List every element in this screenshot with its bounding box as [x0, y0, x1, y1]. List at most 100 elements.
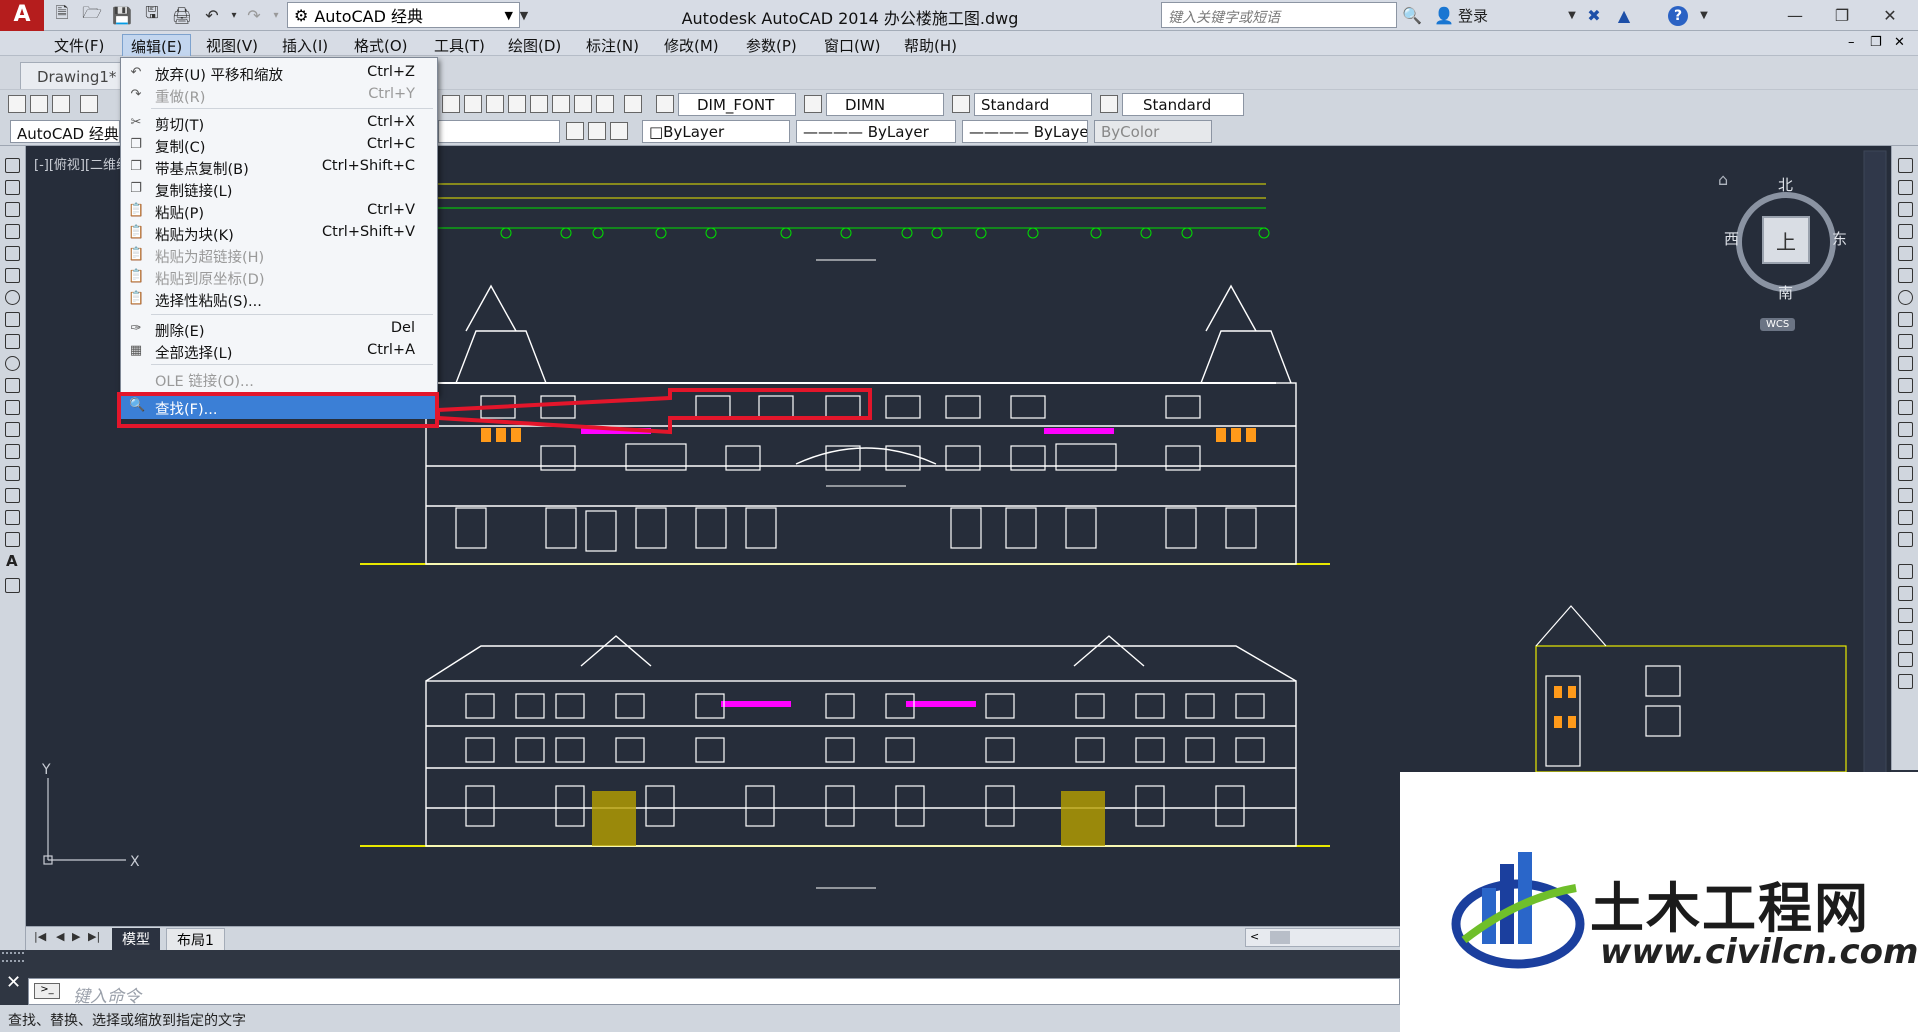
open-icon[interactable]: 🗁	[80, 3, 104, 26]
binoculars-icon[interactable]: 🔍	[1400, 4, 1424, 26]
menu-dimension[interactable]: 标注(N)	[578, 34, 647, 57]
save-icon[interactable]	[52, 95, 70, 113]
compass-west[interactable]: 西	[1724, 228, 1739, 249]
sheet-set-icon[interactable]	[552, 95, 570, 113]
menu-draw[interactable]: 绘图(D)	[500, 34, 569, 57]
new-icon[interactable]	[8, 95, 26, 113]
markup-icon[interactable]	[574, 95, 592, 113]
menu-item-copy[interactable]: ❐ 复制(C) Ctrl+C	[121, 134, 437, 156]
circle-icon[interactable]	[5, 290, 20, 305]
color-select[interactable]: □ByLayer	[642, 120, 790, 143]
tool-palette-icon[interactable]	[530, 95, 548, 113]
trim-icon[interactable]	[1898, 356, 1913, 371]
close-icon[interactable]: ✕	[1870, 4, 1910, 26]
menu-item-copy-link[interactable]: ❐ 复制链接(L)	[121, 178, 437, 200]
text-style-select[interactable]: DIM_FONT	[678, 93, 796, 116]
compass-north[interactable]: 北	[1778, 174, 1793, 195]
line-icon[interactable]	[5, 158, 20, 173]
draworder-front-icon[interactable]	[1898, 564, 1913, 579]
menu-item-ole-links[interactable]: OLE 链接(O)...	[121, 368, 437, 390]
dim-style-select[interactable]: DIMN	[826, 93, 944, 116]
menu-item-paste-special[interactable]: 📋 选择性粘贴(S)...	[121, 288, 437, 310]
menu-item-paste-block[interactable]: 📋 粘贴为块(K) Ctrl+Shift+V	[121, 222, 437, 244]
a360-icon[interactable]: ▲	[1612, 4, 1636, 26]
layer-match-icon[interactable]	[588, 122, 606, 140]
help-icon[interactable]: ?	[1668, 6, 1688, 26]
menu-item-paste-orig[interactable]: 📋 粘贴到原坐标(D)	[121, 266, 437, 288]
menu-help[interactable]: 帮助(H)	[896, 34, 965, 57]
blend-icon[interactable]	[1898, 510, 1913, 525]
horizontal-scrollbar[interactable]: <	[1245, 928, 1400, 947]
workspace-switcher[interactable]: ⚙ AutoCAD 经典 ▼	[287, 2, 520, 28]
home-icon[interactable]: ⌂	[1718, 170, 1728, 189]
layer-previous-icon[interactable]	[610, 122, 628, 140]
undo-icon[interactable]: ↶	[200, 4, 224, 26]
revcloud-icon[interactable]	[5, 312, 20, 327]
open-icon[interactable]	[30, 95, 48, 113]
mtext-icon[interactable]: A	[6, 552, 18, 570]
polygon-icon[interactable]	[5, 224, 20, 239]
text-style-icon[interactable]	[656, 95, 674, 113]
linetype-select[interactable]: ———— ByLayer	[796, 120, 956, 143]
draworder-back-icon[interactable]	[1898, 586, 1913, 601]
zoom-icon[interactable]	[464, 95, 482, 113]
mirror-icon[interactable]	[1898, 202, 1913, 217]
menu-modify[interactable]: 修改(M)	[656, 34, 727, 57]
first-layout-icon[interactable]: |◀	[34, 930, 46, 943]
properties-icon[interactable]	[486, 95, 504, 113]
scale-icon[interactable]	[1898, 312, 1913, 327]
tab-model[interactable]: 模型	[112, 928, 160, 950]
copy-icon[interactable]	[1898, 180, 1913, 195]
gradient-icon[interactable]	[5, 488, 20, 503]
search-input[interactable]: 键入关键字或短语	[1161, 2, 1397, 28]
viewcube[interactable]: ⌂ 上 北 南 西 东 WCS	[1718, 170, 1856, 331]
save-as-icon[interactable]: 🖫	[140, 3, 164, 26]
qat-customize-icon[interactable]: ▼	[512, 4, 536, 26]
ellipse-arc-icon[interactable]	[5, 378, 20, 393]
menu-insert[interactable]: 插入(I)	[274, 34, 336, 57]
text-front-icon[interactable]	[1898, 652, 1913, 667]
login-button[interactable]: 登录	[1458, 5, 1488, 26]
menu-item-cut[interactable]: ✂ 剪切(T) Ctrl+X	[121, 112, 437, 134]
user-icon[interactable]: 👤	[1432, 4, 1456, 26]
extend-icon[interactable]	[1898, 378, 1913, 393]
print-icon[interactable]: 🖨	[170, 4, 194, 26]
menu-item-copy-base[interactable]: ❐ 带基点复制(B) Ctrl+Shift+C	[121, 156, 437, 178]
make-current-layer-icon[interactable]	[566, 122, 584, 140]
command-close-icon[interactable]: ✕	[6, 972, 21, 993]
pan-icon[interactable]	[442, 95, 460, 113]
scroll-left-icon[interactable]: <	[1250, 930, 1259, 943]
construction-line-icon[interactable]	[5, 180, 20, 195]
design-center-icon[interactable]	[508, 95, 526, 113]
table-style-select[interactable]: Standard	[974, 93, 1092, 116]
lineweight-select[interactable]: ———— ByLayer	[962, 120, 1088, 143]
help-small-icon[interactable]	[624, 95, 642, 113]
break-icon[interactable]	[1898, 422, 1913, 437]
table-style-icon[interactable]	[952, 95, 970, 113]
plotstyle-select[interactable]: ByColor	[1094, 120, 1212, 143]
region-icon[interactable]	[5, 510, 20, 525]
login-dropdown-icon[interactable]: ▼	[1560, 4, 1584, 26]
hatch-back-icon[interactable]	[1898, 674, 1913, 689]
fillet-icon[interactable]	[1898, 488, 1913, 503]
draworder-above-icon[interactable]	[1898, 608, 1913, 623]
join-icon[interactable]	[1898, 444, 1913, 459]
menu-item-erase[interactable]: ✑ 删除(E) Del	[121, 318, 437, 340]
next-layout-icon[interactable]: ▶	[72, 930, 80, 943]
exchange-icon[interactable]: ✖	[1582, 4, 1606, 26]
array-icon[interactable]	[1898, 246, 1913, 261]
menu-file[interactable]: 文件(F)	[46, 34, 112, 57]
rotate-icon[interactable]	[1898, 290, 1913, 305]
add-selected-icon[interactable]	[5, 578, 20, 593]
menu-window[interactable]: 窗口(W)	[816, 34, 889, 57]
arc-icon[interactable]	[5, 268, 20, 283]
wcs-menu[interactable]: WCS	[1760, 318, 1796, 331]
spline-icon[interactable]	[5, 334, 20, 349]
table-icon[interactable]	[5, 532, 20, 547]
make-block-icon[interactable]	[5, 422, 20, 437]
menu-item-redo[interactable]: ↷ 重做(R) Ctrl+Y	[121, 84, 437, 106]
insert-block-icon[interactable]	[5, 400, 20, 415]
menu-item-paste-hyperlink[interactable]: 📋 粘贴为超链接(H)	[121, 244, 437, 266]
layer-select[interactable]	[438, 120, 560, 143]
explode-icon[interactable]	[1898, 532, 1913, 547]
